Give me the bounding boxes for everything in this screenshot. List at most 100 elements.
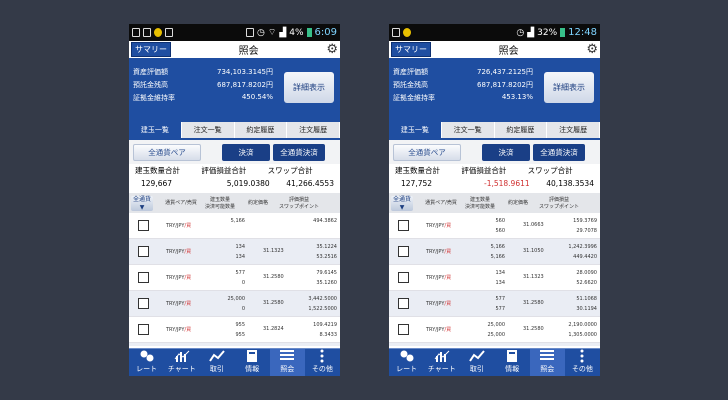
page-title: 照会 — [238, 46, 259, 57]
tab-positions[interactable]: 建玉一覧 — [389, 122, 442, 138]
pl-swap: 3,442.5000 1,522.5000 — [308, 296, 337, 312]
nav-item-5[interactable]: その他 — [305, 349, 340, 376]
row-checkbox[interactable] — [398, 272, 409, 283]
table-row[interactable]: TRY/JPY/買 577 0 31.2580 79.6145 35.1260 — [129, 265, 340, 291]
app-header: サマリー 照会 ⚙ — [129, 41, 340, 59]
table-row[interactable]: TRY/JPY/買 5,166 494.3862 — [129, 213, 340, 239]
summary-row-margin: 証拠金維持率 450.54% — [133, 93, 273, 102]
tab-order-history[interactable]: 注文履歴 — [547, 122, 600, 138]
detail-button[interactable]: 詳細表示 — [544, 72, 594, 103]
table-row[interactable]: TRY/JPY/買 134 134 31.1323 35.1224 53.2516 — [129, 239, 340, 265]
nav-item-0[interactable]: レート — [389, 349, 424, 376]
positions-list: TRY/JPY/買 5,166 494.3862 TRY/JPY/買 134 134 31.… — [129, 213, 340, 346]
row-checkbox[interactable] — [398, 298, 409, 309]
page-title: 照会 — [498, 46, 519, 57]
tab-executions[interactable]: 約定履歴 — [495, 122, 548, 138]
nav-label: その他 — [571, 365, 593, 373]
position-qty: 577 0 — [235, 270, 245, 286]
all-currency-dropdown[interactable]: 全通貨 ▼ — [131, 196, 153, 211]
nav-item-4[interactable]: 照会 — [269, 349, 305, 376]
position-qty: 577 577 — [495, 296, 505, 312]
row-checkbox[interactable] — [398, 324, 409, 335]
row-checkbox[interactable] — [138, 324, 149, 335]
exec-price: 31.0663 — [523, 222, 544, 228]
col-swap: 評価損益 スワップポイント — [278, 196, 319, 210]
table-row[interactable]: TRY/JPY/買95595531.367028.28208.3172 — [129, 343, 340, 346]
chat-icon — [165, 28, 173, 37]
summary-row-asset: 資産評価額 726,437.2125円 — [393, 68, 533, 76]
summary-row-deposit: 預託金残高 687,817.8202円 — [133, 81, 273, 89]
table-row[interactable]: TRY/JPY/買 5,166 5,166 31.1050 1,242.3996 449.… — [389, 239, 600, 265]
table-row[interactable]: TRY/JPY/買 25,000 0 31.2580 3,442.5000 1,522.5… — [129, 291, 340, 317]
settle-button[interactable]: 決済 — [222, 143, 270, 161]
notification-icon — [392, 28, 400, 37]
nav-item-2[interactable]: 取引 — [459, 349, 494, 376]
all-settle-button[interactable]: 全通貨決済 — [533, 143, 585, 161]
trade-icon — [469, 350, 485, 362]
row-checkbox[interactable] — [138, 272, 149, 283]
clock-time: 12:48 — [568, 27, 597, 38]
row-checkbox[interactable] — [138, 298, 149, 309]
tab-orders[interactable]: 注文一覧 — [442, 122, 495, 138]
gear-icon[interactable]: ⚙ — [586, 43, 598, 56]
total-qty-value: 129,667 — [141, 179, 173, 188]
lte-icon: ▟ — [527, 27, 535, 38]
table-row[interactable]: TRY/JPY/買 577 577 31.2580 51.1068 30.1194 — [389, 291, 600, 317]
row-checkbox[interactable] — [398, 246, 409, 257]
nav-item-2[interactable]: 取引 — [199, 349, 234, 376]
position-qty: 134 134 — [235, 244, 245, 260]
bottom-nav: レート チャート 取引 情報 照会 その他 — [129, 348, 340, 376]
summary-button[interactable]: サマリー — [131, 42, 171, 57]
wifi-icon: ⌔ — [267, 28, 277, 38]
total-qty-label: 建玉数量合計 — [135, 166, 180, 175]
table-row[interactable]: TRY/JPY/買 134 134 31.1323 28.0090 52.6620 — [389, 265, 600, 291]
phone-screen-right: ◷ ▟ 32% 12:48 サマリー 照会 ⚙ 資産評価額 726,437.212… — [389, 24, 600, 376]
tab-executions[interactable]: 約定履歴 — [235, 122, 288, 138]
nav-item-1[interactable]: チャート — [164, 349, 199, 376]
all-currency-dropdown[interactable]: 全通貨 ▼ — [391, 196, 413, 211]
currency-pair: TRY/JPY/買 — [166, 275, 192, 281]
table-header: 全通貨 ▼ 通貨ペア/売買 建玉数量 決済可能数量 約定価格 評価損益 スワップポ… — [129, 193, 340, 214]
tab-order-history[interactable]: 注文履歴 — [287, 122, 340, 138]
table-row[interactable]: TRY/JPY/買 955 955 31.2824 109.4219 8.3433 — [129, 317, 340, 343]
tab-orders[interactable]: 注文一覧 — [182, 122, 235, 138]
nav-item-1[interactable]: チャート — [424, 349, 459, 376]
inquiry-icon — [540, 350, 555, 360]
nav-label: その他 — [311, 365, 333, 373]
info-icon — [247, 350, 258, 362]
alarm-icon: ◷ — [516, 27, 525, 38]
exec-price: 31.2580 — [263, 300, 284, 306]
trade-icon — [209, 350, 225, 362]
row-checkbox[interactable] — [398, 220, 409, 231]
currency-pair: TRY/JPY/買 — [426, 223, 452, 229]
row-checkbox[interactable] — [138, 246, 149, 257]
tab-positions[interactable]: 建玉一覧 — [129, 122, 182, 138]
nav-item-0[interactable]: レート — [129, 349, 164, 376]
row-checkbox[interactable] — [138, 220, 149, 231]
nav-item-5[interactable]: その他 — [565, 349, 600, 376]
table-row[interactable]: 96,305-5,190.6934 — [389, 343, 600, 346]
action-buttons: 全通貨ペア 決済 全通貨決済 — [389, 140, 600, 164]
gear-icon[interactable]: ⚙ — [326, 43, 338, 56]
currency-pair: TRY/JPY/買 — [426, 327, 452, 333]
summary-row-deposit: 預託金残高 687,817.8202円 — [393, 81, 533, 89]
nav-item-4[interactable]: 照会 — [529, 349, 565, 376]
col-pair: 通貨ペア/売買 — [425, 200, 457, 206]
action-buttons: 全通貨ペア 決済 全通貨決済 — [129, 140, 340, 164]
all-pair-button[interactable]: 全通貨ペア — [393, 143, 461, 161]
all-pair-button[interactable]: 全通貨ペア — [133, 143, 201, 161]
pl-swap: 494.3862 — [313, 218, 337, 224]
summary-button[interactable]: サマリー — [391, 42, 431, 57]
chart-icon — [434, 350, 450, 362]
table-row[interactable]: TRY/JPY/買 560 560 31.0663 159.3769 29.7078 — [389, 213, 600, 239]
total-pl-value: 5,019.0380 — [226, 179, 270, 188]
col-price: 約定価格 — [247, 200, 268, 206]
summary-row-margin: 証拠金維持率 453.13% — [393, 93, 533, 102]
table-row[interactable]: TRY/JPY/買 25,000 25,000 31.2580 2,190.0000 1,… — [389, 317, 600, 343]
nav-item-3[interactable]: 情報 — [235, 349, 270, 376]
detail-button[interactable]: 詳細表示 — [284, 72, 334, 103]
all-settle-button[interactable]: 全通貨決済 — [273, 143, 325, 161]
pl-swap: 2,190.0000 1,305.0000 — [568, 322, 597, 338]
nav-item-3[interactable]: 情報 — [495, 349, 530, 376]
settle-button[interactable]: 決済 — [482, 143, 530, 161]
